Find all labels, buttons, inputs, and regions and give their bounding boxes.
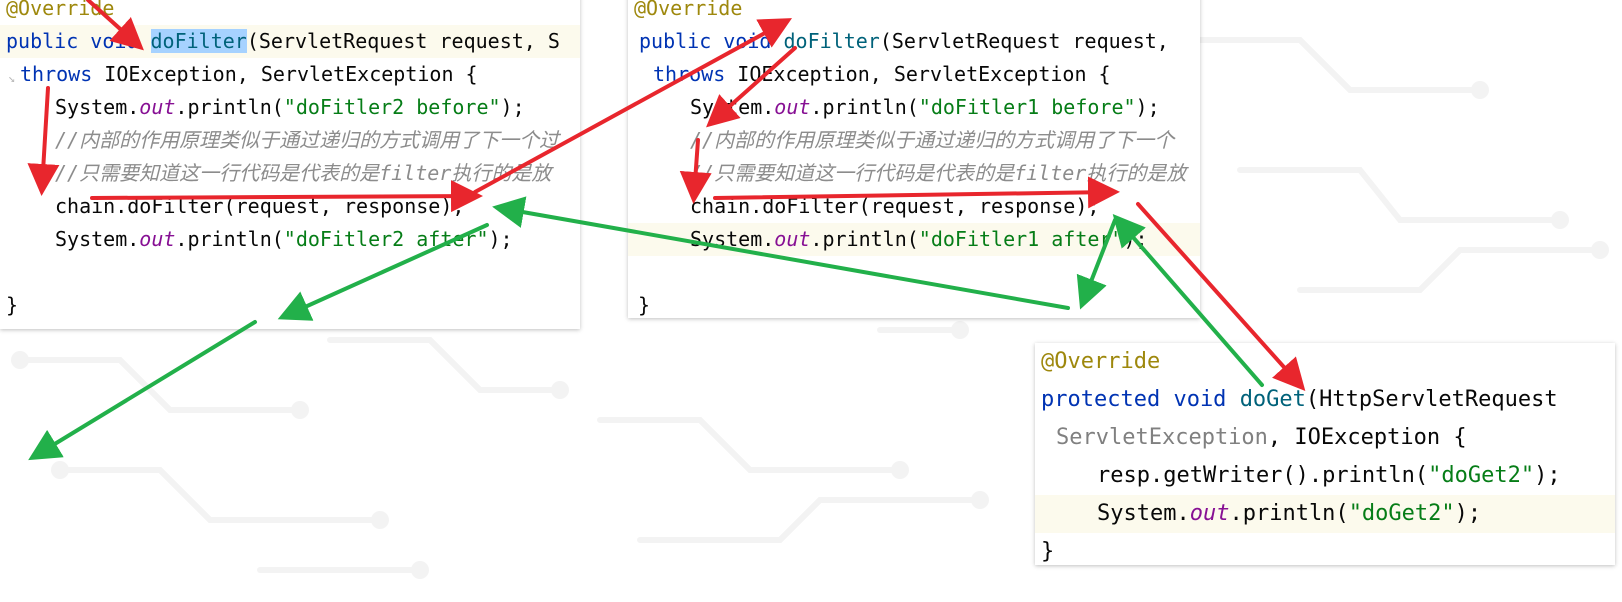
println-call: .println( — [810, 227, 919, 251]
statement-end: ); — [1135, 95, 1160, 119]
system-ref: System. — [1097, 501, 1190, 526]
closing-brace: } — [6, 293, 19, 317]
print-after-line: System.out.println("doFitler1 after"); — [628, 223, 1200, 256]
override-annotation: @Override — [634, 0, 743, 20]
chain-dofilter-call: chain.doFilter(request, response); — [55, 194, 465, 218]
out-field: out — [1189, 501, 1230, 526]
resp-println-line: resp.getWriter().println("doGet2"); — [1035, 457, 1615, 495]
filter1-code-panel: @Override public void doFilter(ServletRe… — [628, 0, 1200, 318]
print-before-line: System.out.println("doFitler1 before"); — [628, 91, 1200, 124]
out-field: out — [774, 95, 811, 119]
annotation-line: @Override — [0, 0, 580, 25]
parameters: (HttpServletRequest — [1305, 387, 1558, 412]
doget-string: "doGet2" — [1348, 501, 1455, 526]
print-after-line: System.out.println("doFitler2 after"); — [0, 223, 580, 256]
servlet-doget-panel: @Override protected void doGet(HttpServl… — [1035, 343, 1615, 565]
exceptions: IOException, ServletException { — [725, 62, 1111, 86]
method-name[interactable]: doFilter — [784, 29, 880, 53]
println-call: .println( — [810, 95, 919, 119]
print-before-line: System.out.println("doFitler2 before"); — [0, 91, 580, 124]
override-annotation: @Override — [1041, 349, 1161, 374]
statement-end: ); — [488, 227, 513, 251]
method-name[interactable]: doFilter — [150, 29, 247, 53]
before-string: "doFitler2 before" — [283, 95, 501, 119]
after-string: "doFitler2 after" — [283, 227, 489, 251]
annotation-line: @Override — [628, 0, 1200, 25]
out-field: out — [774, 227, 811, 251]
statement-end: ); — [500, 95, 525, 119]
system-ref: System. — [690, 95, 775, 119]
override-annotation: @Override — [6, 0, 115, 20]
exceptions: , IOException { — [1267, 425, 1467, 450]
println-call: .println( — [1229, 501, 1349, 526]
modifier-keywords: protected void — [1041, 387, 1240, 412]
servlet-exception: ServletException — [1056, 425, 1268, 450]
system-ref: System. — [55, 95, 140, 119]
comment-filter-pass: //只需要知道这一行代码是代表的是filter执行的是放 — [55, 161, 552, 185]
exceptions: IOException, ServletException { — [92, 62, 478, 86]
throws-line: ↘ throws IOException, ServletException { — [0, 58, 580, 91]
modifier-keywords: public void — [6, 29, 151, 53]
before-string: "doFitler1 before" — [918, 95, 1136, 119]
system-ref: System. — [55, 227, 140, 251]
system-ref: System. — [690, 227, 775, 251]
out-field: out — [139, 227, 176, 251]
comment-recursion: //内部的作用原理类似于通过递归的方式调用了下一个 — [690, 128, 1175, 152]
signature-line: public void doFilter(ServletRequest requ… — [0, 25, 580, 58]
comment-recursion: //内部的作用原理类似于通过递归的方式调用了下一个过 — [55, 128, 560, 152]
parameters: (ServletRequest request, — [879, 29, 1169, 53]
statement-end: ); — [1123, 227, 1148, 251]
after-string: "doFitler1 after" — [918, 227, 1124, 251]
statement-end: ); — [1454, 501, 1482, 526]
signature-line: protected void doGet(HttpServletRequest — [1035, 381, 1615, 419]
annotation-line: @Override — [1035, 343, 1615, 381]
closing-brace: } — [638, 293, 651, 317]
closing-brace: } — [1041, 539, 1055, 564]
throws-line: throws IOException, ServletException { — [628, 58, 1200, 91]
writer-call: resp.getWriter().println( — [1097, 463, 1429, 488]
comment-filter-pass: //只需要知道这一行代码是代表的是filter执行的是放 — [690, 161, 1187, 185]
method-name[interactable]: doGet — [1240, 387, 1306, 412]
chain-dofilter-call: chain.doFilter(request, response); — [690, 194, 1100, 218]
statement-end: ); — [1534, 463, 1561, 488]
print-line: System.out.println("doGet2"); — [1035, 495, 1615, 533]
out-field: out — [139, 95, 176, 119]
throws-keyword: throws — [653, 62, 726, 86]
signature-line: public void doFilter(ServletRequest requ… — [628, 25, 1200, 58]
parameters: (ServletRequest request, S — [246, 29, 560, 53]
filter2-code-panel: @Override public void doFilter(ServletRe… — [0, 0, 580, 329]
doget-string: "doGet2" — [1428, 463, 1535, 488]
println-call: .println( — [175, 227, 284, 251]
println-call: .println( — [175, 95, 284, 119]
throws-line: ServletException, IOException { — [1035, 419, 1615, 457]
modifier-keywords: public void — [639, 29, 784, 53]
